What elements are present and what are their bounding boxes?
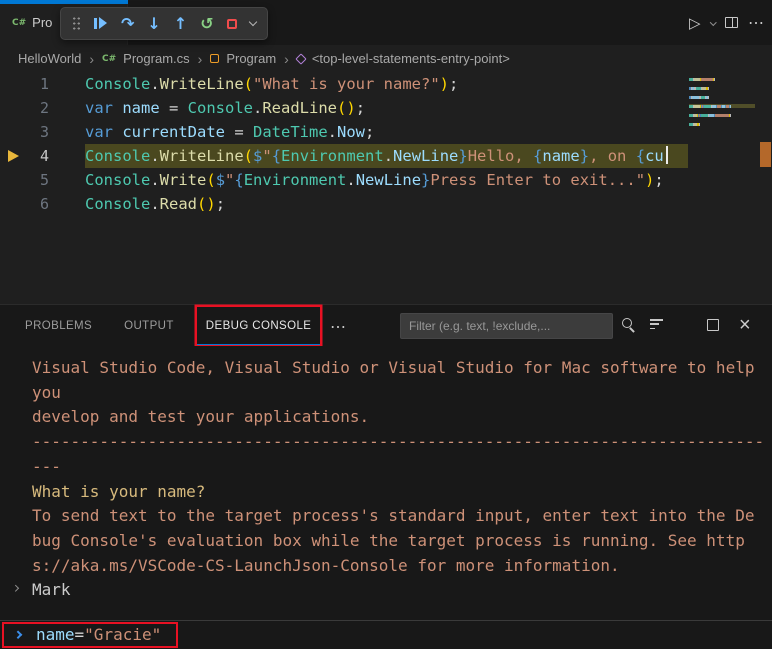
minimap-line <box>689 95 755 99</box>
tab-label: OUTPUT <box>124 320 174 332</box>
method-icon <box>295 53 306 64</box>
line-number: 1 <box>0 72 49 96</box>
maximize-panel-icon[interactable] <box>707 319 719 331</box>
console-line: you <box>32 381 772 406</box>
code-line[interactable]: var currentDate = DateTime.Now; <box>0 120 688 144</box>
csharp-file-icon: C# <box>12 18 26 28</box>
current-line-arrow-icon <box>8 150 19 162</box>
tab-label: PROBLEMS <box>25 320 92 332</box>
run-dropdown-chevron-icon[interactable] <box>710 19 716 25</box>
tab-output[interactable]: OUTPUT <box>115 307 183 345</box>
breadcrumb-separator-icon: › <box>89 51 94 67</box>
editor-gutter: 123456 <box>0 72 56 216</box>
breadcrumb-separator-icon: › <box>284 51 289 67</box>
console-line: What is your name? <box>32 480 772 505</box>
console-line: bug Console's evaluation box while the t… <box>32 529 772 554</box>
filter-lines-icon[interactable] <box>650 319 663 329</box>
stop-button[interactable] <box>227 19 237 29</box>
restart-button[interactable]: ↺ <box>200 16 213 32</box>
tab-debug-console[interactable]: DEBUG CONSOLE <box>197 307 321 345</box>
step-into-button[interactable]: ↓ <box>147 16 160 32</box>
text-cursor <box>666 146 668 164</box>
panel-more-actions-icon[interactable]: ⋯ <box>330 317 346 337</box>
code-line[interactable]: Console.Read(); <box>0 192 688 216</box>
breadcrumb-item[interactable]: Program <box>226 51 276 66</box>
editor-actions: ▷ ⋯ <box>689 0 764 45</box>
console-line: ----------------------------------------… <box>32 430 772 455</box>
console-line: To send text to the target process's sta… <box>32 504 772 529</box>
breadcrumb-item[interactable]: HelloWorld <box>18 51 81 66</box>
panel-header: PROBLEMS OUTPUT DEBUG CONSOLE ⋯ × <box>0 304 772 346</box>
toolbar-dropdown-chevron-icon[interactable] <box>248 18 256 26</box>
minimap-line <box>689 77 755 81</box>
debug-line-marker <box>760 142 771 167</box>
code-line[interactable]: Console.WriteLine("What is your name?"); <box>0 72 688 96</box>
minimap-line <box>689 113 755 117</box>
step-out-button[interactable]: ↑ <box>174 16 187 32</box>
breadcrumb-separator-icon: › <box>198 51 203 67</box>
code-lines[interactable]: Console.WriteLine("What is your name?");… <box>0 72 688 304</box>
console-line: s://aka.ms/VSCode-CS-LaunchJson-Console … <box>32 554 772 579</box>
run-or-debug-button[interactable]: ▷ <box>689 14 701 32</box>
breadcrumb-item[interactable]: <top-level-statements-entry-point> <box>312 51 510 66</box>
debug-toolbar[interactable]: ↷ ↓ ↑ ↺ <box>60 7 268 40</box>
active-tab-indicator <box>0 0 128 4</box>
csharp-file-icon: C# <box>102 54 116 64</box>
split-editor-icon[interactable] <box>725 17 738 28</box>
step-over-button[interactable]: ↷ <box>121 16 134 32</box>
line-number: 3 <box>0 120 49 144</box>
debug-console-input-row[interactable]: name="Gracie" <box>0 620 772 649</box>
drag-handle-icon[interactable] <box>72 16 81 31</box>
line-number: 2 <box>0 96 49 120</box>
minimap[interactable] <box>689 77 755 131</box>
debug-console-input[interactable]: name="Gracie" <box>36 625 161 644</box>
class-icon <box>210 54 219 63</box>
minimap-line <box>689 86 755 90</box>
more-actions-icon[interactable]: ⋯ <box>748 13 764 33</box>
tab-problems[interactable]: PROBLEMS <box>16 307 101 345</box>
continue-button[interactable] <box>94 17 108 30</box>
code-line[interactable]: Console.WriteLine($"{Environment.NewLine… <box>0 144 688 168</box>
input-prompt-chevron-icon <box>14 631 22 639</box>
overview-ruler[interactable] <box>759 72 772 304</box>
title-bar: C# Pro ↷ ↓ ↑ ↺ ▷ ⋯ <box>0 0 772 45</box>
editor-tab-title: Pro <box>32 15 52 30</box>
panel-tabs: PROBLEMS OUTPUT DEBUG CONSOLE <box>16 307 334 345</box>
minimap-line <box>689 122 755 126</box>
debug-console-panel: Visual Studio Code, Visual Studio or Vis… <box>0 346 772 620</box>
breadcrumb: HelloWorld › C# Program.cs › Program › <top-lev… <box>0 45 772 72</box>
console-line: Mark <box>32 578 772 603</box>
console-line: Visual Studio Code, Visual Studio or Vis… <box>32 356 772 381</box>
breadcrumb-item[interactable]: Program.cs <box>123 51 189 66</box>
close-panel-icon[interactable]: × <box>739 312 751 338</box>
minimap-line <box>689 104 755 108</box>
search-icon[interactable] <box>622 318 637 333</box>
line-number: 5 <box>0 168 49 192</box>
debug-console-output[interactable]: Visual Studio Code, Visual Studio or Vis… <box>0 346 772 603</box>
line-number: 6 <box>0 192 49 216</box>
filter-input[interactable] <box>400 313 613 339</box>
console-line: --- <box>32 455 772 480</box>
prompt-chevron-icon <box>12 585 18 591</box>
code-line[interactable]: Console.Write($"{Environment.NewLine}Pre… <box>0 168 688 192</box>
console-line: develop and test your applications. <box>32 405 772 430</box>
code-line[interactable]: var name = Console.ReadLine(); <box>0 96 688 120</box>
code-editor[interactable]: Console.WriteLine("What is your name?");… <box>0 72 772 304</box>
tab-label: DEBUG CONSOLE <box>206 320 312 332</box>
